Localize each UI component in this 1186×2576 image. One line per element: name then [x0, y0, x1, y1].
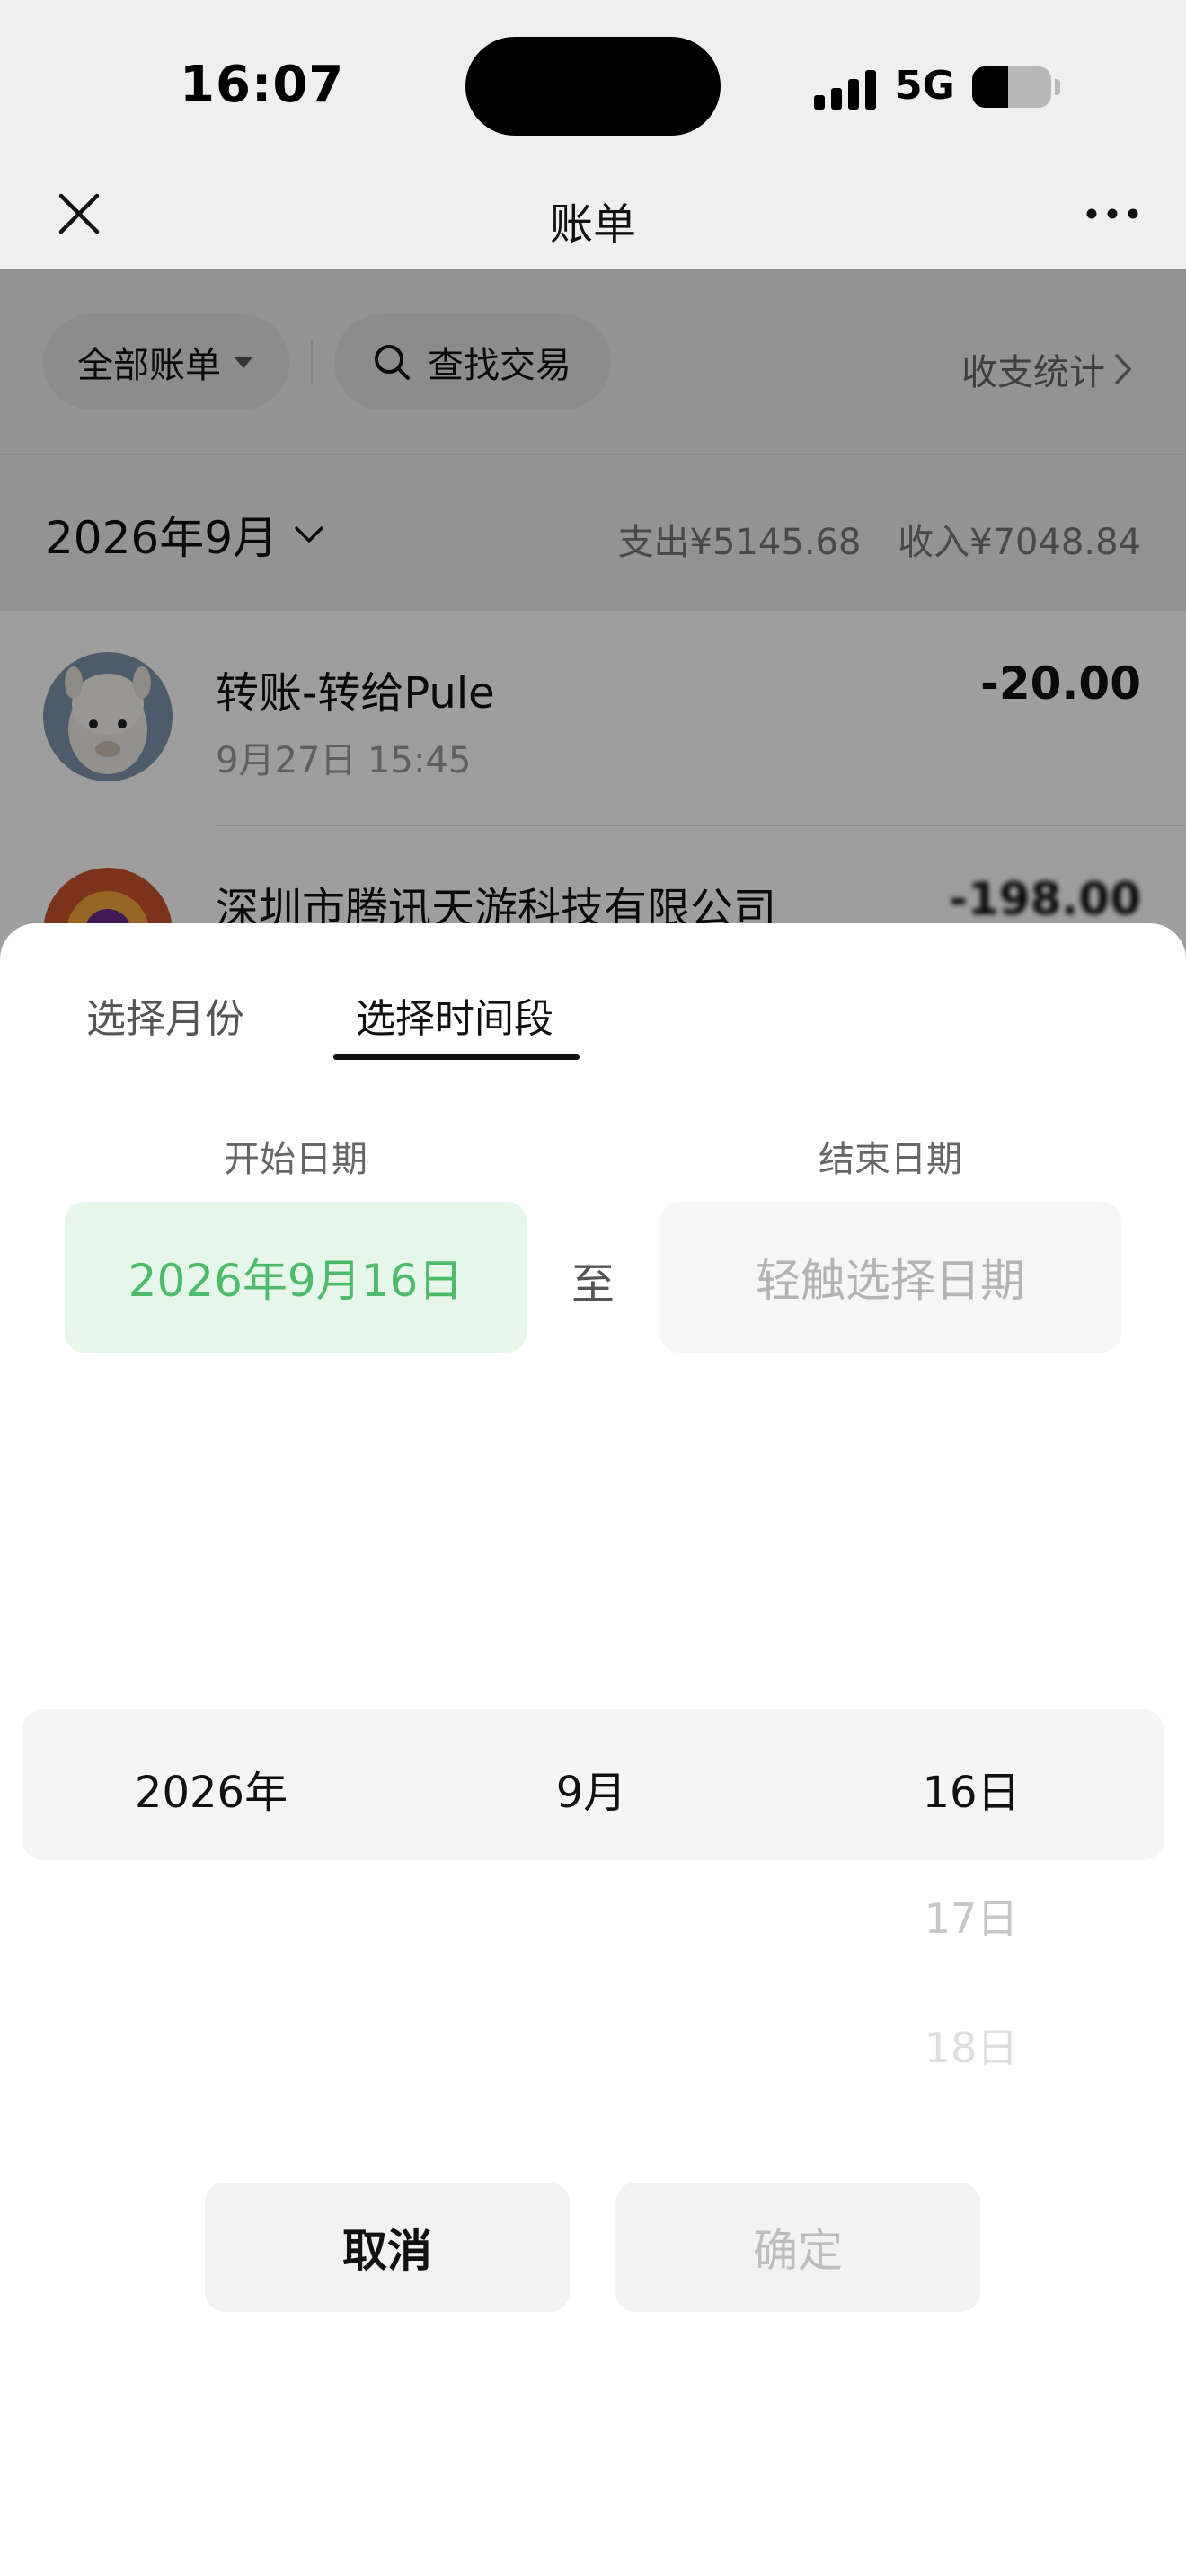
- battery-icon: [972, 66, 1051, 108]
- confirm-button[interactable]: 确定: [615, 2183, 980, 2312]
- end-date-field[interactable]: 轻触选择日期: [659, 1202, 1121, 1353]
- picker-year[interactable]: 2026年: [76, 1757, 346, 1820]
- active-tab-indicator: [333, 1054, 580, 1060]
- picker-day-option[interactable]: 17日: [836, 1886, 1106, 1945]
- status-time: 16:07: [180, 56, 345, 114]
- picker-month[interactable]: 9月: [456, 1757, 726, 1820]
- tab-select-month[interactable]: 选择月份: [86, 986, 244, 1044]
- battery-cap: [1055, 79, 1060, 95]
- dynamic-island: [465, 37, 721, 136]
- more-button[interactable]: [1075, 181, 1150, 246]
- start-date-label: 开始日期: [224, 1139, 367, 1180]
- page-title: 账单: [549, 199, 636, 250]
- date-range-sheet: 选择月份 选择时间段 开始日期 结束日期 2026年9月16日 至 轻触选择日期…: [0, 923, 1186, 2576]
- battery-level: [972, 66, 1008, 108]
- end-date-label: 结束日期: [819, 1139, 962, 1180]
- status-bar: 16:07 5G: [0, 0, 1186, 162]
- more-icon: [1086, 208, 1138, 219]
- signal-icon: [814, 70, 876, 110]
- range-separator: 至: [571, 1259, 615, 1310]
- tab-select-range[interactable]: 选择时间段: [356, 986, 553, 1044]
- nav-bar: 账单: [0, 162, 1186, 269]
- picker-day[interactable]: 16日: [836, 1757, 1106, 1820]
- picker-day-option[interactable]: 18日: [836, 2016, 1106, 2075]
- cancel-button[interactable]: 取消: [205, 2183, 570, 2312]
- network-type: 5G: [895, 63, 955, 109]
- start-date-field[interactable]: 2026年9月16日: [65, 1202, 527, 1353]
